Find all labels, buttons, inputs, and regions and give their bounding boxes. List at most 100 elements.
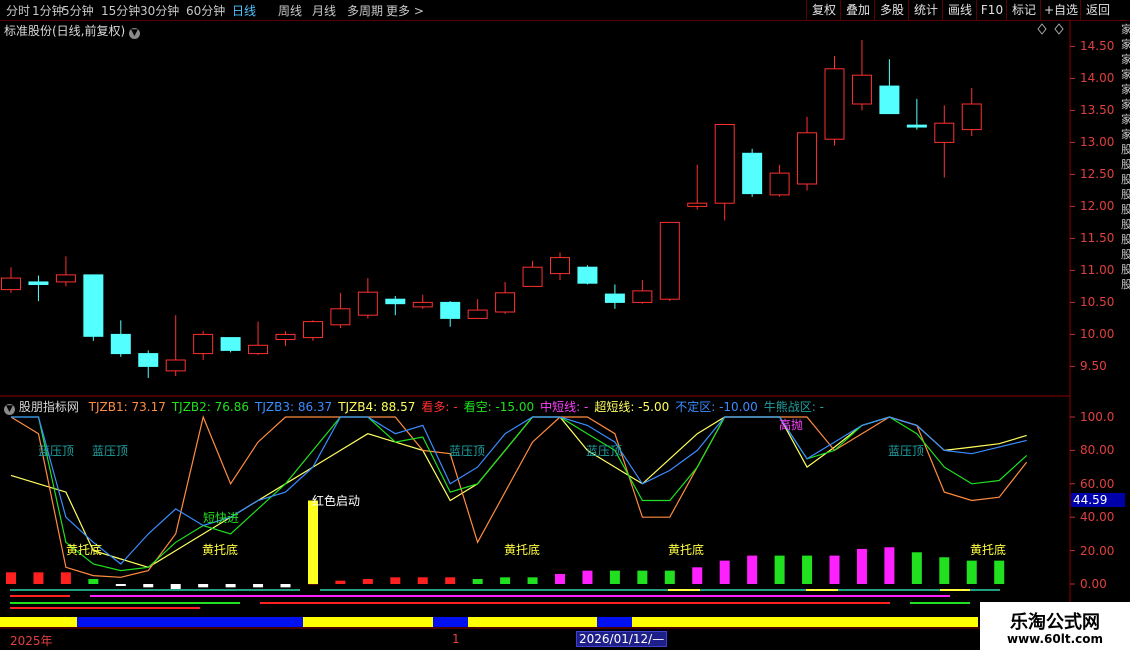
- candle-body: [797, 132, 818, 185]
- indicator-bar: [939, 557, 950, 584]
- indicator-bar: [829, 555, 840, 584]
- indicator-field: TJZB4: 88.57: [338, 400, 416, 414]
- candle: [83, 274, 104, 341]
- price-axis-label: 9.50: [1080, 359, 1107, 374]
- chevron-down-icon[interactable]: ▼: [129, 28, 141, 39]
- indicator-axis-label: 40.00: [1080, 510, 1115, 525]
- candle-body: [632, 290, 653, 303]
- indicator-axis-label: 0.00: [1080, 577, 1107, 591]
- candle: [248, 321, 269, 355]
- signal-huangtuo: 黄托底: [504, 543, 541, 557]
- candle: [797, 116, 818, 191]
- period-11[interactable]: 更多 >: [386, 2, 424, 19]
- indicator-bar: [143, 584, 154, 588]
- period-6[interactable]: 60分钟: [186, 2, 225, 19]
- indicator-field: 超短线: -5.00: [594, 400, 670, 414]
- candle-body: [193, 333, 214, 355]
- period-1[interactable]: 分时: [6, 2, 30, 19]
- candle: [714, 123, 735, 221]
- candle: [824, 56, 845, 146]
- chart-area[interactable]: [0, 20, 1130, 650]
- candle-body: [412, 301, 433, 308]
- period-10[interactable]: 多周期: [347, 2, 383, 19]
- toolbar-action-8[interactable]: +自选: [1040, 0, 1081, 20]
- price-axis-label: 14.50: [1080, 39, 1115, 54]
- candle-body: [1, 277, 21, 291]
- candle: [55, 256, 76, 287]
- candle-body: [55, 274, 76, 283]
- candle: [138, 350, 159, 378]
- period-8[interactable]: 周线: [278, 2, 302, 19]
- period-7[interactable]: 日线: [232, 2, 256, 19]
- price-axis-label: 12.50: [1080, 167, 1115, 182]
- period-9[interactable]: 月线: [312, 2, 336, 19]
- candle-body: [248, 344, 269, 355]
- indicator-bar: [362, 578, 373, 584]
- indicator-title-bar: ▼ 股朋指标网 TJZB1: 73.17 TJZB2: 76.86 TJZB3: 8…: [4, 398, 824, 415]
- candle-body: [769, 172, 790, 196]
- candle-body: [714, 123, 735, 204]
- candle: [934, 105, 955, 178]
- candle: [906, 98, 927, 130]
- period-4[interactable]: 15分钟: [101, 2, 140, 19]
- candle-body: [330, 308, 351, 326]
- toolbar-action-1[interactable]: 复权: [806, 0, 841, 20]
- toolbar-action-3[interactable]: 多股: [874, 0, 909, 20]
- candle-body: [83, 274, 104, 337]
- diamond-icon: [1054, 23, 1064, 35]
- timeline-date[interactable]: 2026/01/12/—: [576, 631, 668, 647]
- watermark: 乐淘公式网 www.60lt.com: [980, 602, 1130, 650]
- red-start-bar: [308, 500, 318, 584]
- signal-huangtuo: 黄托底: [970, 543, 1007, 557]
- indicator-field: 不定区: -10.00: [675, 400, 758, 414]
- period-toolbar: 分时 1分钟 5分钟 15分钟 30分钟 60分钟 日线 周线 月线 多周期 更多 > 复权 叠加 多股统…: [0, 0, 1130, 21]
- toolbar-action-5[interactable]: 画线: [942, 0, 977, 20]
- indicator-bar: [609, 570, 620, 584]
- candle-body: [577, 266, 598, 284]
- period-2[interactable]: 1分钟: [32, 2, 64, 19]
- candle-body: [906, 124, 927, 128]
- toolbar-action-4[interactable]: 统计: [908, 0, 943, 20]
- candle: [302, 320, 323, 341]
- toolbar-action-9[interactable]: 返回: [1080, 0, 1115, 20]
- indicator-axis-label: 20.00: [1080, 543, 1115, 558]
- stock-title: 标准股份(日线,前复权) ▼: [4, 22, 141, 39]
- period-5[interactable]: 30分钟: [140, 2, 179, 19]
- candle: [495, 281, 516, 314]
- timeline-year: 2025年: [10, 634, 53, 648]
- candle: [110, 320, 131, 357]
- toolbar-action-6[interactable]: F10: [976, 0, 1007, 20]
- toolbar-action-7[interactable]: 标记: [1006, 0, 1041, 20]
- indicator-bar: [884, 547, 895, 584]
- candle-body: [934, 122, 955, 143]
- candle: [385, 296, 406, 316]
- indicator-bar: [994, 560, 1005, 584]
- indicator-axis-label: 100.0: [1080, 410, 1115, 424]
- signal-huangtuo: 黄托底: [202, 543, 239, 557]
- indicator-bar: [198, 584, 209, 588]
- indicator-bar: [280, 584, 291, 588]
- candle: [357, 278, 378, 319]
- indicator-bar: [719, 560, 730, 584]
- candle: [28, 275, 49, 302]
- toolbar-action-2[interactable]: 叠加: [840, 0, 875, 20]
- candle: [193, 331, 214, 360]
- indicator-name[interactable]: 股朋指标网: [19, 400, 79, 414]
- chevron-down-icon[interactable]: ▼: [4, 404, 15, 415]
- indicator-bar: [966, 560, 977, 584]
- price-axis-label: 11.50: [1080, 231, 1115, 246]
- indicator-field: 牛熊战区: -: [763, 400, 824, 414]
- candle-body: [138, 353, 159, 367]
- candle: [467, 299, 488, 319]
- indicator-bar: [6, 572, 16, 584]
- candle: [165, 315, 186, 376]
- indicator-bar: [60, 572, 71, 584]
- candle: [659, 221, 680, 302]
- candle-body: [851, 74, 872, 105]
- candle-body: [961, 103, 982, 131]
- period-3[interactable]: 5分钟: [62, 2, 94, 19]
- indicator-bar: [802, 555, 813, 584]
- indicator-bar: [692, 567, 703, 584]
- candle: [742, 148, 763, 197]
- price-axis-label: 12.00: [1080, 199, 1115, 214]
